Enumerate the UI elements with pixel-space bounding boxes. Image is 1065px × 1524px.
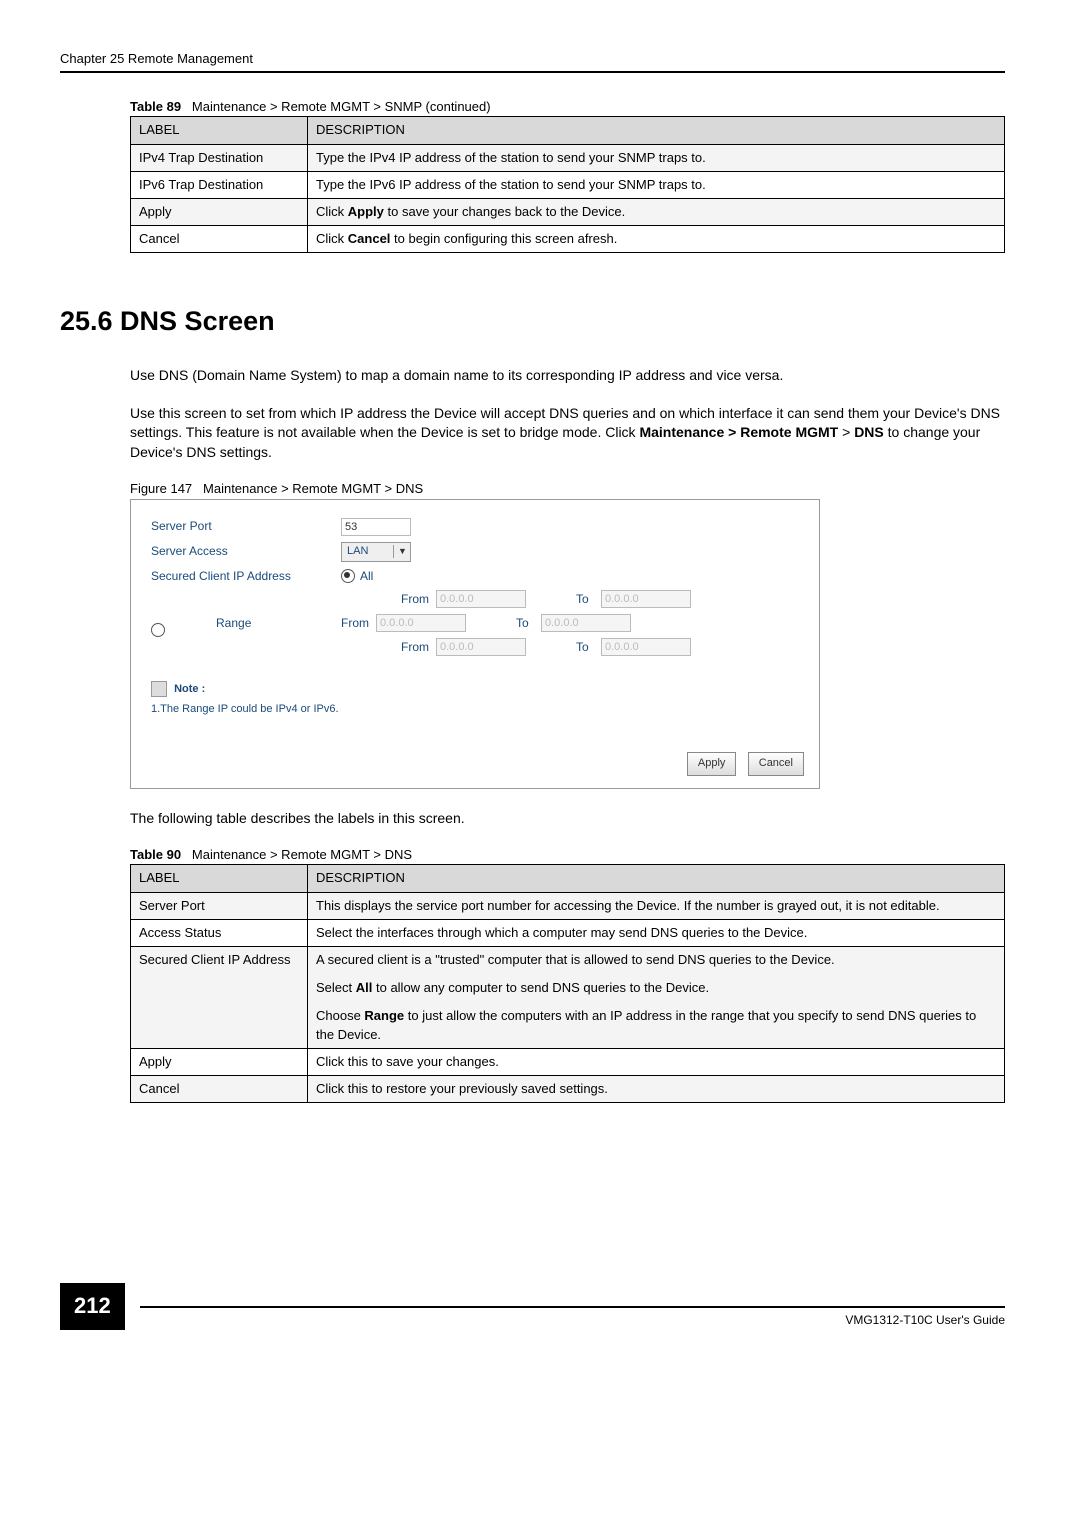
to-label: To xyxy=(576,591,596,608)
th-description: DESCRIPTION xyxy=(308,117,1005,144)
from-ip-3[interactable] xyxy=(436,638,526,656)
range-row-2: Range From To xyxy=(341,614,799,632)
cell-label: Server Port xyxy=(131,892,308,919)
cell-desc: Type the IPv4 IP address of the station … xyxy=(308,144,1005,171)
table90-caption: Table 90 Maintenance > Remote MGMT > DNS xyxy=(130,846,1005,864)
radio-all-label: All xyxy=(360,568,373,585)
from-ip-2[interactable] xyxy=(376,614,466,632)
to-ip-2[interactable] xyxy=(541,614,631,632)
to-label: To xyxy=(576,639,596,656)
from-label: From xyxy=(401,591,436,608)
table-row: Cancel Click this to restore your previo… xyxy=(131,1075,1005,1102)
label-server-port: Server Port xyxy=(151,518,341,535)
range-rows: From To Range From To From To xyxy=(341,590,799,656)
table-row: Server Port This displays the service po… xyxy=(131,892,1005,919)
cell-label: IPv6 Trap Destination xyxy=(131,171,308,198)
table-row: Access Status Select the interfaces thro… xyxy=(131,919,1005,946)
cell-label: Apply xyxy=(131,1048,308,1075)
cell-label: IPv4 Trap Destination xyxy=(131,144,308,171)
cell-label: Apply xyxy=(131,198,308,225)
cell-label: Access Status xyxy=(131,919,308,946)
dns-config-screenshot: Server Port Server Access LAN ▼ Secured … xyxy=(130,499,820,789)
cell-label: Cancel xyxy=(131,1075,308,1102)
cell-label: Cancel xyxy=(131,226,308,253)
figure-caption-text: Maintenance > Remote MGMT > DNS xyxy=(203,481,423,496)
apply-button[interactable]: Apply xyxy=(687,752,737,775)
th-description: DESCRIPTION xyxy=(308,865,1005,892)
label-server-access: Server Access xyxy=(151,543,341,560)
cell-desc: This displays the service port number fo… xyxy=(308,892,1005,919)
note-icon xyxy=(151,681,167,697)
from-label: From xyxy=(401,639,436,656)
table-row: IPv6 Trap Destination Type the IPv6 IP a… xyxy=(131,171,1005,198)
table89: LABEL DESCRIPTION IPv4 Trap Destination … xyxy=(130,116,1005,253)
server-access-dropdown[interactable]: LAN ▼ xyxy=(341,542,411,562)
table90: LABEL DESCRIPTION Server Port This displ… xyxy=(130,864,1005,1103)
chevron-down-icon: ▼ xyxy=(393,545,410,558)
paragraph-1: Use DNS (Domain Name System) to map a do… xyxy=(130,366,1005,386)
page-number: 212 xyxy=(60,1283,125,1330)
cell-desc: Click this to save your changes. xyxy=(308,1048,1005,1075)
cell-desc: Click Apply to save your changes back to… xyxy=(308,198,1005,225)
to-ip-1[interactable] xyxy=(601,590,691,608)
paragraph-2: Use this screen to set from which IP add… xyxy=(130,404,1005,463)
footer-guide-text: VMG1312-T10C User's Guide xyxy=(845,1312,1005,1329)
note-label: Note : xyxy=(174,683,205,695)
footer-line: VMG1312-T10C User's Guide xyxy=(140,1306,1005,1308)
table-row: Secured Client IP Address A secured clie… xyxy=(131,947,1005,1049)
cell-desc: Click this to restore your previously sa… xyxy=(308,1075,1005,1102)
cancel-button[interactable]: Cancel xyxy=(748,752,804,775)
page-footer: 212 VMG1312-T10C User's Guide xyxy=(60,1283,1005,1330)
th-label: LABEL xyxy=(131,865,308,892)
range-row-1: From To xyxy=(341,590,799,608)
cell-desc: Type the IPv6 IP address of the station … xyxy=(308,171,1005,198)
table-row: Apply Click Apply to save your changes b… xyxy=(131,198,1005,225)
row-server-access: Server Access LAN ▼ xyxy=(151,542,799,562)
label-secured-client: Secured Client IP Address xyxy=(151,568,341,585)
cell-desc: Select the interfaces through which a co… xyxy=(308,919,1005,946)
from-ip-1[interactable] xyxy=(436,590,526,608)
table89-caption-prefix: Table 89 xyxy=(130,99,181,114)
table-header-row: LABEL DESCRIPTION xyxy=(131,117,1005,144)
radio-range[interactable] xyxy=(151,623,165,637)
row-server-port: Server Port xyxy=(151,518,799,536)
table89-caption: Table 89 Maintenance > Remote MGMT > SNM… xyxy=(130,98,1005,116)
buttons-bar: Apply Cancel xyxy=(679,752,804,775)
figure-prefix: Figure 147 xyxy=(130,481,192,496)
dropdown-value: LAN xyxy=(342,544,393,559)
table90-caption-text: Maintenance > Remote MGMT > DNS xyxy=(192,847,412,862)
table90-caption-prefix: Table 90 xyxy=(130,847,181,862)
figure-caption: Figure 147 Maintenance > Remote MGMT > D… xyxy=(130,480,1005,498)
from-label: From xyxy=(341,615,376,632)
table-row: IPv4 Trap Destination Type the IPv4 IP a… xyxy=(131,144,1005,171)
to-ip-3[interactable] xyxy=(601,638,691,656)
note-section: Note : 1.The Range IP could be IPv4 or I… xyxy=(151,681,799,717)
radio-range-label: Range xyxy=(216,615,251,632)
table-row: Apply Click this to save your changes. xyxy=(131,1048,1005,1075)
radio-all[interactable] xyxy=(341,569,355,583)
cell-desc: Click Cancel to begin configuring this s… xyxy=(308,226,1005,253)
th-label: LABEL xyxy=(131,117,308,144)
table-header-row: LABEL DESCRIPTION xyxy=(131,865,1005,892)
cell-label: Secured Client IP Address xyxy=(131,947,308,1049)
table89-caption-text xyxy=(185,99,192,114)
to-label: To xyxy=(516,615,536,632)
range-row-3: From To xyxy=(341,638,799,656)
after-figure-text: The following table describes the labels… xyxy=(130,809,1005,829)
note-text: 1.The Range IP could be IPv4 or IPv6. xyxy=(151,702,799,717)
table-row: Cancel Click Cancel to begin configuring… xyxy=(131,226,1005,253)
cell-desc: A secured client is a "trusted" computer… xyxy=(308,947,1005,1049)
server-port-input[interactable] xyxy=(341,518,411,536)
chapter-header: Chapter 25 Remote Management xyxy=(60,50,1005,73)
section-heading: 25.6 DNS Screen xyxy=(60,303,1005,341)
row-secured-client: Secured Client IP Address All xyxy=(151,568,799,585)
